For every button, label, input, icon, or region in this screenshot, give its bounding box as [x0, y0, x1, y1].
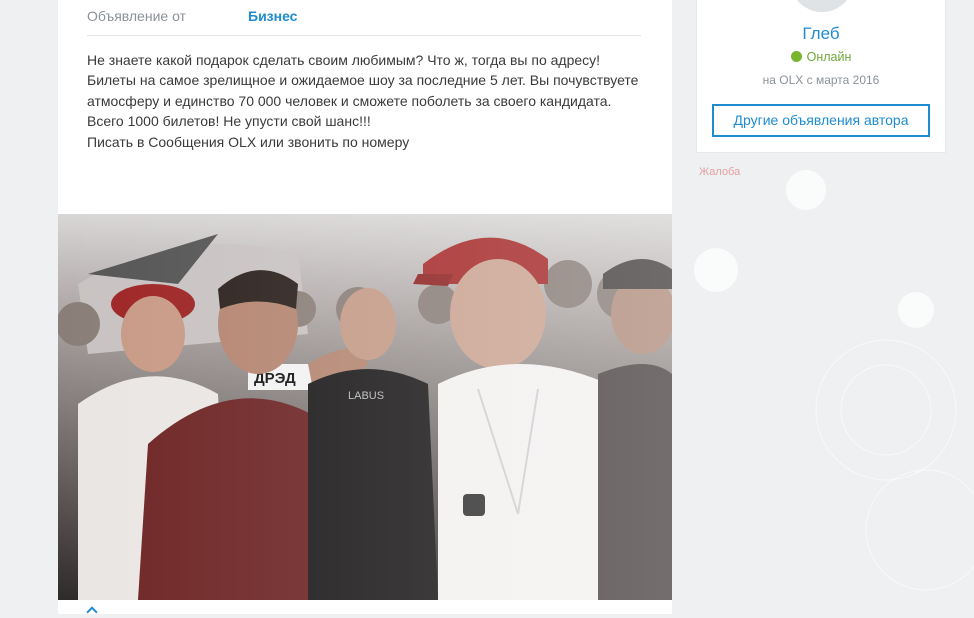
description-line: Всего 1000 билетов! Не упусти свой шанс!… [87, 113, 371, 130]
listing-description: Не знаете какой подарок сделать своим лю… [87, 50, 647, 152]
online-status-label: Онлайн [806, 50, 852, 64]
seller-card: Глеб Онлайн на OLX с марта 2016 Другие о… [696, 0, 946, 153]
seller-name[interactable]: Глеб [697, 24, 945, 44]
description-line: атмосферу и единство 70 000 человек и см… [87, 92, 612, 109]
complaint-link[interactable]: Жалоба [699, 166, 740, 178]
offer-from-value[interactable]: Бизнес [248, 8, 297, 24]
member-since: на OLX с марта 2016 [762, 73, 880, 87]
offer-from-label: Объявление от [87, 8, 186, 24]
photo-footer [58, 600, 672, 618]
online-dot-icon [790, 51, 802, 62]
listing-card: Объявление от Бизнес Не знаете какой под… [58, 0, 672, 618]
description-line: Писать в Сообщения OLX или звонить по но… [87, 133, 410, 150]
photo-illustration: ДРЭД LABUS [58, 214, 672, 600]
description-line: Не знаете какой подарок сделать своим лю… [87, 52, 601, 68]
chevron-up-icon[interactable] [86, 606, 98, 618]
other-ads-button[interactable]: Другие объявления автора [712, 104, 930, 137]
listing-photo[interactable]: ДРЭД LABUS [58, 214, 672, 600]
sidebar-background [686, 150, 974, 614]
description-line: Билеты на самое зрелищное и ожидаемое шо… [87, 72, 639, 89]
online-status: Онлайн [697, 50, 945, 64]
avatar[interactable] [790, 0, 854, 12]
offer-from-row: Объявление от Бизнес [87, 0, 641, 36]
